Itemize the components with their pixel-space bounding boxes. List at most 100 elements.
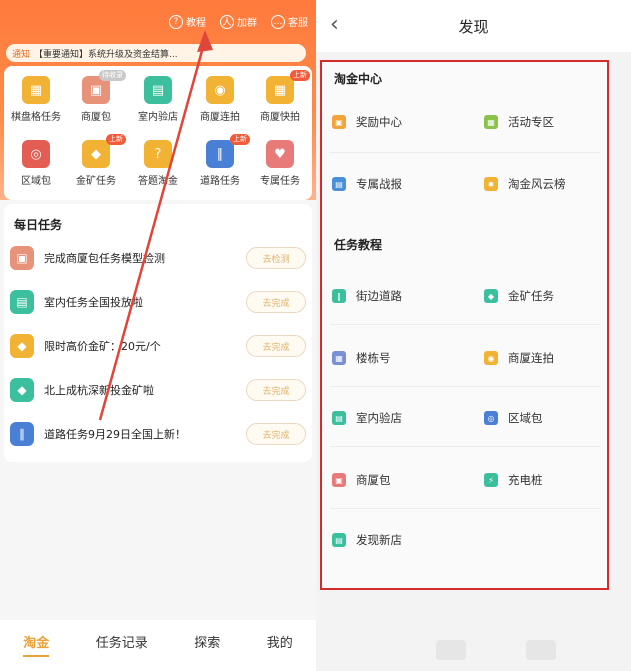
discover-item-label: 奖励中心 bbox=[356, 115, 402, 129]
discover-item[interactable]: ◎ 区域包 bbox=[484, 410, 543, 426]
discover-item-label: 专属战报 bbox=[356, 177, 402, 191]
discover-item[interactable]: ▣ 奖励中心 bbox=[332, 114, 402, 130]
task-text: 北上成杭深新投金矿啦 bbox=[44, 384, 154, 397]
quiz-icon: ? bbox=[144, 140, 172, 168]
task-row: ∥ 道路任务9月29日全国上新！ 去完成 bbox=[10, 418, 306, 450]
task-text: 道路任务9月29日全国上新！ bbox=[44, 428, 186, 441]
right-discover-panel: ‹ 发现 淘金中心 ▣ 奖励中心 ▦ 活动专区 ▤ 专属战报 ✹ 淘金风云榜 任… bbox=[316, 0, 631, 671]
grid-item-indoor-check[interactable]: ▤ 室内验店 bbox=[128, 76, 188, 123]
pending-badge: 待收录 bbox=[99, 70, 126, 81]
nav-tab-gold[interactable]: 淘金 bbox=[23, 632, 50, 657]
section-title-gold-center: 淘金中心 bbox=[334, 72, 383, 86]
checkerboard-icon: ▦ bbox=[22, 76, 50, 104]
bottom-placeholder bbox=[436, 640, 586, 670]
discover-item-label: 淘金风云榜 bbox=[508, 177, 566, 191]
task-action-button[interactable]: 去完成 bbox=[246, 335, 306, 357]
section-title-tutorials: 任务教程 bbox=[334, 238, 383, 252]
discover-item[interactable]: ⚡ 充电桩 bbox=[484, 472, 543, 488]
placeholder-block bbox=[526, 640, 556, 660]
discover-item[interactable]: ▤ 发现新店 bbox=[332, 532, 402, 548]
grid-item-region-pack[interactable]: ◎ 区域包 bbox=[6, 140, 66, 187]
grid-item-mall-burst[interactable]: ◉ 商厦连拍 bbox=[190, 76, 250, 123]
gold-mine-icon: ◆ bbox=[10, 334, 34, 358]
grid-item-label: 棋盘格任务 bbox=[11, 112, 61, 123]
customer-service-label: 客服 bbox=[288, 18, 308, 29]
task-action-button[interactable]: 去完成 bbox=[246, 379, 306, 401]
grid-item-label: 道路任务 bbox=[200, 176, 240, 187]
discover-item[interactable]: ✹ 淘金风云榜 bbox=[484, 176, 566, 192]
store-icon: ▤ bbox=[332, 411, 346, 425]
bottom-nav: 淘金 任务记录 探索 我的 bbox=[0, 620, 316, 671]
discover-item-label: 室内验店 bbox=[356, 411, 402, 425]
discover-item-label: 发现新店 bbox=[356, 533, 402, 547]
notice-bar[interactable]: 通知 【重要通知】系统升级及资金结算... bbox=[6, 44, 306, 62]
grid-item-exclusive[interactable]: ♥ 专属任务 bbox=[250, 140, 310, 187]
question-icon: ? bbox=[169, 14, 183, 29]
highlight-box: 淘金中心 ▣ 奖励中心 ▦ 活动专区 ▤ 专属战报 ✹ 淘金风云榜 任务教程 ∥ bbox=[320, 60, 609, 590]
discover-item[interactable]: ▤ 专属战报 bbox=[332, 176, 402, 192]
discover-item[interactable]: ◆ 金矿任务 bbox=[484, 288, 554, 304]
discover-item[interactable]: ∥ 街边道路 bbox=[332, 288, 402, 304]
notice-text: 【重要通知】系统升级及资金结算... bbox=[34, 49, 178, 60]
discover-item-label: 活动专区 bbox=[508, 115, 554, 129]
gift-icon: ▦ bbox=[484, 115, 498, 129]
divider bbox=[330, 386, 600, 387]
task-row: ▣ 完成商厦包任务模型检测 去检测 bbox=[10, 242, 306, 274]
discover-item-label: 区域包 bbox=[508, 411, 543, 425]
grid-item-mall-quick[interactable]: 上新 ▦ 商厦快拍 bbox=[250, 70, 310, 123]
divider bbox=[330, 152, 600, 153]
task-action-button[interactable]: 去完成 bbox=[246, 291, 306, 313]
grid-item-checkerboard[interactable]: ▦ 棋盘格任务 bbox=[6, 76, 66, 123]
task-text: 室内任务全国投放啦 bbox=[44, 296, 143, 309]
road-icon: ∥ bbox=[10, 422, 34, 446]
customer-service-button[interactable]: … 客服 bbox=[271, 14, 308, 29]
discover-header: ‹ 发现 bbox=[316, 0, 631, 52]
nav-tab-mine[interactable]: 我的 bbox=[267, 632, 293, 651]
grid-item-mall-pack[interactable]: 待收录 ▣ 商厦包 bbox=[66, 70, 126, 123]
discover-item[interactable]: ▣ 商厦包 bbox=[332, 472, 391, 488]
grid-item-quiz[interactable]: ? 答题淘金 bbox=[128, 140, 188, 187]
placeholder-block bbox=[436, 640, 466, 660]
mall-burst-icon: ◉ bbox=[206, 76, 234, 104]
notice-tag: 通知 bbox=[12, 49, 31, 60]
discover-item-label: 街边道路 bbox=[356, 289, 402, 303]
heart-icon: ♥ bbox=[266, 140, 294, 168]
indoor-check-icon: ▤ bbox=[144, 76, 172, 104]
road-icon: ∥ bbox=[332, 289, 346, 303]
grid-item-road-task[interactable]: 上新 ∥ 道路任务 bbox=[190, 134, 250, 187]
nav-tab-explore[interactable]: 探索 bbox=[194, 632, 220, 651]
discover-item[interactable]: ▦ 活动专区 bbox=[484, 114, 554, 130]
charger-icon: ⚡ bbox=[484, 473, 498, 487]
divider bbox=[330, 508, 600, 509]
grid-item-gold-mine[interactable]: 上新 ◆ 金矿任务 bbox=[66, 134, 126, 187]
daily-tasks-card: 每日任务 ▣ 完成商厦包任务模型检测 去检测 ▤ 室内任务全国投放啦 去完成 ◆… bbox=[4, 204, 312, 462]
discover-item-label: 充电桩 bbox=[508, 473, 543, 487]
grid-item-label: 商厦包 bbox=[81, 112, 111, 123]
grid-item-label: 区域包 bbox=[21, 176, 51, 187]
discover-item[interactable]: ▦ 楼栋号 bbox=[332, 350, 391, 366]
new-store-icon: ▤ bbox=[332, 533, 346, 547]
new-badge: 上新 bbox=[230, 134, 250, 145]
grid-item-label: 专属任务 bbox=[260, 176, 300, 187]
tutorial-button[interactable]: ? 教程 bbox=[169, 14, 206, 29]
screenshot-root: ? 教程 人 加群 … 客服 通知 【重要通知】系统升级及资金结算... ▦ 棋… bbox=[0, 0, 631, 671]
task-text: 完成商厦包任务模型检测 bbox=[44, 252, 165, 265]
nav-tab-records[interactable]: 任务记录 bbox=[96, 632, 148, 651]
task-action-button[interactable]: 去完成 bbox=[246, 423, 306, 445]
task-action-button[interactable]: 去检测 bbox=[246, 247, 306, 269]
task-row: ◆ 北上成杭深新投金矿啦 去完成 bbox=[10, 374, 306, 406]
discover-item-label: 楼栋号 bbox=[356, 351, 391, 365]
mall-quick-icon: ▦ bbox=[266, 76, 294, 104]
region-pack-icon: ◎ bbox=[22, 140, 50, 168]
discover-item-label: 商厦包 bbox=[356, 473, 391, 487]
gold-mine-icon: ◆ bbox=[484, 289, 498, 303]
discover-item[interactable]: ▤ 室内验店 bbox=[332, 410, 402, 426]
chat-icon: … bbox=[271, 14, 285, 29]
grid-item-label: 金矿任务 bbox=[76, 176, 116, 187]
task-row: ◆ 限时高价金矿：20元/个 去完成 bbox=[10, 330, 306, 362]
task-grid: ▦ 棋盘格任务 待收录 ▣ 商厦包 ▤ 室内验店 ◉ 商厦连拍 上新 ▦ 商厦快… bbox=[4, 66, 312, 200]
daily-tasks-title: 每日任务 bbox=[14, 218, 63, 232]
discover-item[interactable]: ◉ 商厦连拍 bbox=[484, 350, 554, 366]
gold-mine-icon: ◆ bbox=[82, 140, 110, 168]
join-group-button[interactable]: 人 加群 bbox=[220, 14, 257, 29]
